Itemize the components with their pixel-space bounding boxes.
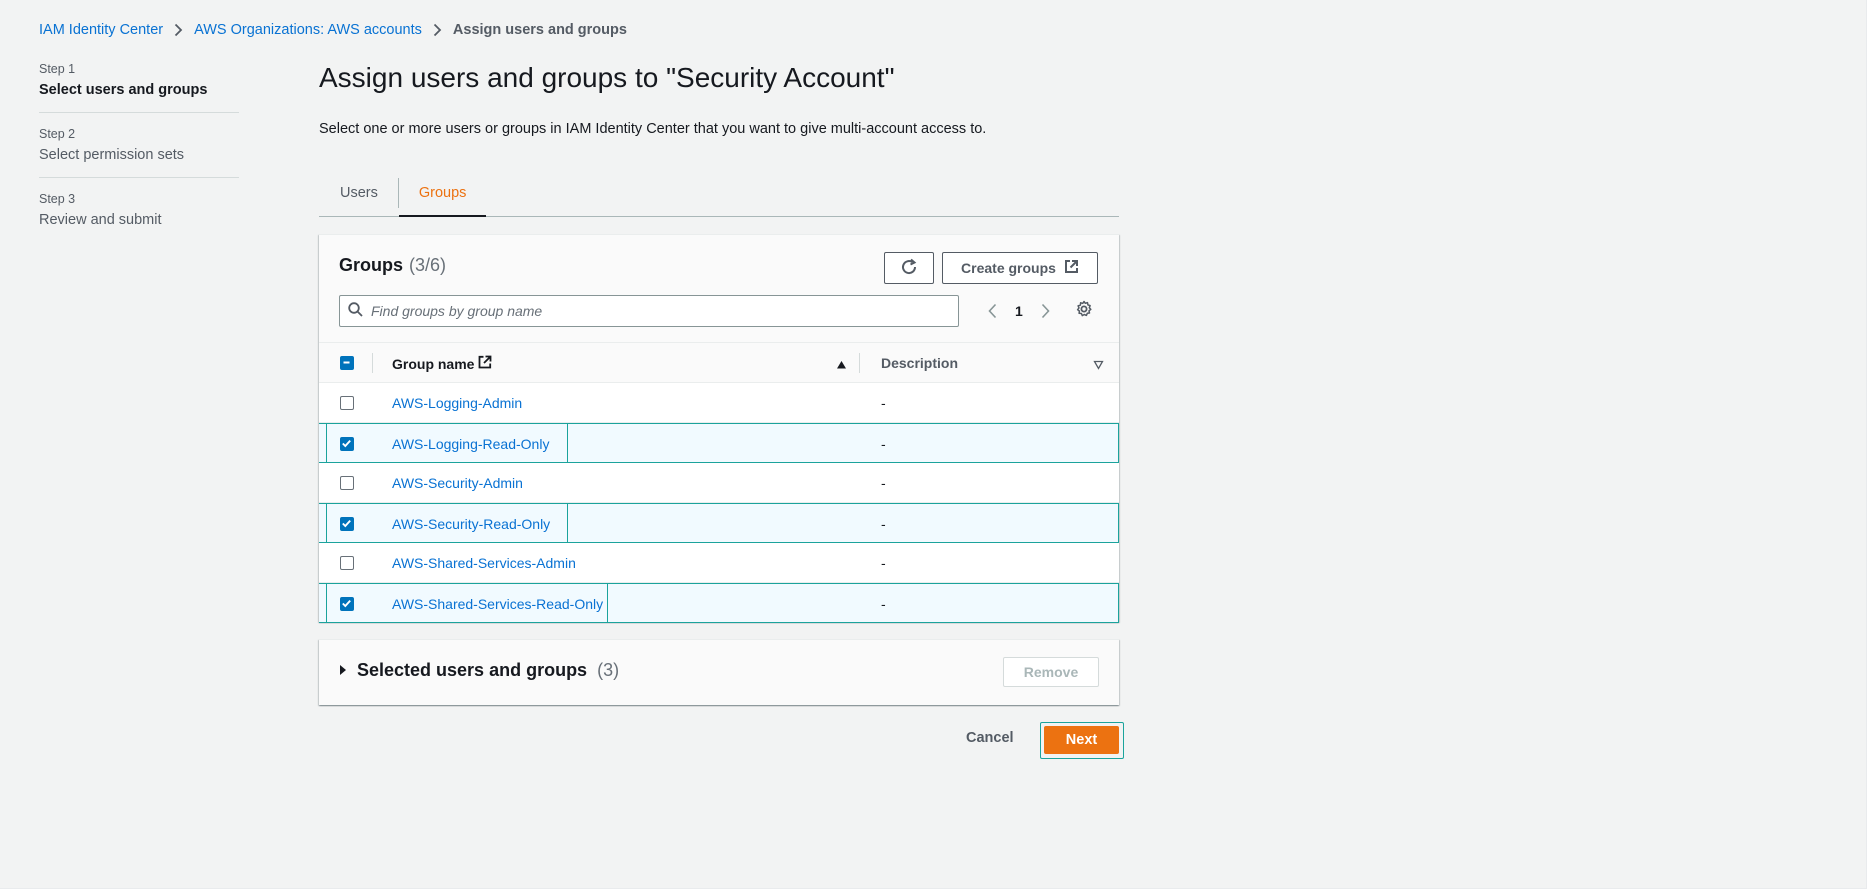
search-input[interactable] xyxy=(371,303,951,319)
table-row[interactable]: AWS-Security-Read-Only - xyxy=(319,503,1119,543)
group-name-link[interactable]: AWS-Logging-Admin xyxy=(392,395,522,411)
select-all-checkbox[interactable] xyxy=(340,356,354,370)
column-divider xyxy=(372,353,373,373)
page-number[interactable]: 1 xyxy=(1013,303,1025,319)
breadcrumb: IAM Identity Center AWS Organizations: A… xyxy=(39,22,627,38)
group-description: - xyxy=(881,596,886,612)
chevron-right-icon[interactable] xyxy=(1037,299,1055,323)
tab-bar: Users Groups xyxy=(319,170,1119,217)
step-number: Step 2 xyxy=(39,127,76,141)
group-description: - xyxy=(881,395,886,411)
column-group-name[interactable]: Group name xyxy=(392,355,492,372)
create-groups-label: Create groups xyxy=(961,260,1056,276)
step-1: Step 1 Select users and groups xyxy=(39,62,239,113)
search-icon xyxy=(348,302,363,320)
selected-section-count: (3) xyxy=(597,660,620,680)
group-name-link[interactable]: AWS-Logging-Read-Only xyxy=(392,436,549,452)
external-link-icon xyxy=(1064,259,1079,277)
breadcrumb-current: Assign users and groups xyxy=(452,22,627,38)
sort-ascending-icon[interactable] xyxy=(836,357,847,373)
step-title: Select permission sets xyxy=(39,147,185,163)
row-checkbox[interactable] xyxy=(340,517,354,531)
sort-descending-icon[interactable] xyxy=(1093,357,1104,373)
group-description: - xyxy=(881,475,886,491)
breadcrumb-aws-accounts[interactable]: AWS Organizations: AWS accounts xyxy=(194,22,422,38)
external-link-icon xyxy=(478,355,492,372)
table-column-header: Group name Description xyxy=(319,343,1119,383)
chevron-right-icon xyxy=(174,23,183,37)
table-row[interactable]: AWS-Security-Admin - xyxy=(319,463,1119,503)
row-checkbox[interactable] xyxy=(340,476,354,490)
row-checkbox[interactable] xyxy=(340,396,354,410)
step-3: Step 3 Review and submit xyxy=(39,192,239,242)
gear-icon[interactable] xyxy=(1075,300,1093,321)
cancel-button[interactable]: Cancel xyxy=(966,730,1014,746)
next-button-highlight: Next xyxy=(1040,722,1124,759)
remove-button[interactable]: Remove xyxy=(1003,657,1099,687)
breadcrumb-identity-center[interactable]: IAM Identity Center xyxy=(39,22,163,38)
page: IAM Identity Center AWS Organizations: A… xyxy=(0,0,1867,889)
table-row[interactable]: AWS-Logging-Read-Only - xyxy=(319,423,1119,463)
column-description[interactable]: Description xyxy=(881,355,958,371)
chevron-left-icon[interactable] xyxy=(983,299,1001,323)
group-name-link[interactable]: AWS-Security-Read-Only xyxy=(392,516,550,532)
group-description: - xyxy=(881,555,886,571)
wizard-steps: Step 1 Select users and groups Step 2 Se… xyxy=(39,62,239,256)
group-name-link[interactable]: AWS-Shared-Services-Read-Only xyxy=(392,596,603,612)
table-row[interactable]: AWS-Logging-Admin - xyxy=(319,383,1119,423)
search-field xyxy=(339,295,959,327)
page-title: Assign users and groups to "Security Acc… xyxy=(319,62,895,93)
page-description: Select one or more users or groups in IA… xyxy=(319,121,987,137)
tab-groups[interactable]: Groups xyxy=(398,170,487,217)
step-number: Step 3 xyxy=(39,192,76,206)
chevron-right-icon xyxy=(433,23,442,37)
step-2: Step 2 Select permission sets xyxy=(39,127,239,178)
next-button[interactable]: Next xyxy=(1044,726,1119,754)
table-row[interactable]: AWS-Shared-Services-Read-Only - xyxy=(319,583,1119,623)
selected-section-title: Selected users and groups xyxy=(357,660,588,680)
group-name-link[interactable]: AWS-Security-Admin xyxy=(392,475,523,491)
refresh-button[interactable] xyxy=(884,252,934,284)
column-divider xyxy=(859,353,860,373)
tab-users[interactable]: Users xyxy=(319,170,398,216)
group-name-link[interactable]: AWS-Shared-Services-Admin xyxy=(392,555,576,571)
step-title: Review and submit xyxy=(39,212,162,228)
step-number: Step 1 xyxy=(39,62,76,76)
group-description: - xyxy=(881,516,886,532)
column-group-name-label: Group name xyxy=(392,355,475,372)
row-checkbox[interactable] xyxy=(340,597,354,611)
selected-users-groups-panel: Selected users and groups (3) Remove xyxy=(319,639,1119,705)
table-title: Groups (3/6) xyxy=(339,255,446,276)
caret-right-icon xyxy=(339,660,347,681)
table-row[interactable]: AWS-Shared-Services-Admin - xyxy=(319,543,1119,583)
create-groups-button[interactable]: Create groups xyxy=(942,252,1098,284)
table-count: (3/6) xyxy=(409,255,447,275)
table-title-text: Groups xyxy=(339,255,404,275)
group-description: - xyxy=(881,436,886,452)
row-checkbox[interactable] xyxy=(340,437,354,451)
row-checkbox[interactable] xyxy=(340,556,354,570)
step-title: Select users and groups xyxy=(39,82,208,98)
groups-table-container: Groups (3/6) Create groups Find groups b… xyxy=(319,234,1119,623)
table-header: Groups (3/6) Create groups Find groups b… xyxy=(319,235,1119,343)
refresh-icon xyxy=(900,258,918,279)
pagination: 1 xyxy=(983,299,1055,323)
selected-section-toggle[interactable]: Selected users and groups (3) xyxy=(339,660,619,681)
